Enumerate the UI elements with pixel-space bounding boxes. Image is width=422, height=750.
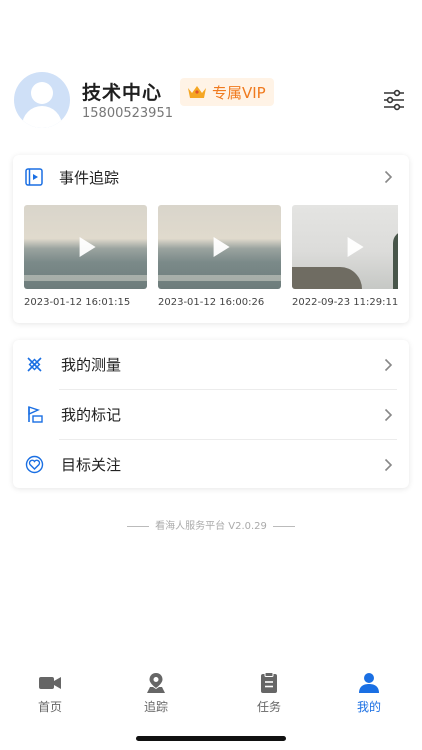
- video-timestamp: 2022-09-23 11:29:11: [292, 297, 398, 308]
- chevron-right-icon: [384, 458, 393, 472]
- vip-badge[interactable]: 专属VIP: [180, 78, 274, 106]
- tab-label: 首页: [37, 700, 62, 714]
- play-icon: [347, 237, 364, 257]
- tab-label: 任务: [256, 700, 281, 714]
- tab-mine[interactable]: 我的: [334, 668, 404, 718]
- event-tracking-card: 事件追踪 2023-01-12 16:01:15 2023-01-12 16:0…: [13, 155, 409, 323]
- vip-label: 专属VIP: [212, 83, 266, 102]
- chevron-right-icon: [384, 358, 393, 372]
- avatar[interactable]: [14, 72, 70, 128]
- heart-icon: [25, 455, 44, 474]
- tab-home[interactable]: 首页: [15, 668, 85, 718]
- settings-sliders-icon[interactable]: [382, 88, 406, 112]
- video-thumbnail-list: 2023-01-12 16:01:15 2023-01-12 16:00:26 …: [24, 205, 398, 315]
- video-frame-icon: [25, 168, 43, 186]
- menu-item-label: 目标关注: [61, 456, 122, 474]
- home-indicator[interactable]: [136, 736, 286, 741]
- video-thumbnail[interactable]: 2023-01-12 16:00:26: [158, 205, 281, 308]
- chevron-right-icon: [384, 408, 393, 422]
- chevron-right-icon[interactable]: [384, 170, 393, 184]
- video-camera-icon: [39, 677, 61, 689]
- bottom-tab-bar: 首页 追踪 任务 我的: [0, 668, 422, 720]
- menu-item-marks[interactable]: 我的标记: [13, 390, 409, 439]
- event-tracking-header[interactable]: 事件追踪: [13, 155, 409, 199]
- clipboard-icon: [261, 672, 277, 693]
- video-thumbnail[interactable]: 2023-01-12 16:01:15: [24, 205, 147, 308]
- version-footer: 看海人服务平台 V2.0.29: [0, 517, 422, 532]
- profile-header: 技术中心 15800523951 专属VIP: [14, 72, 408, 128]
- play-icon: [79, 237, 96, 257]
- video-timestamp: 2023-01-12 16:00:26: [158, 297, 265, 308]
- play-icon: [213, 237, 230, 257]
- measure-icon: [27, 357, 42, 372]
- flag-icon: [28, 406, 43, 423]
- crown-icon: [188, 86, 206, 98]
- menu-item-measure[interactable]: 我的测量: [13, 340, 409, 389]
- event-tracking-title: 事件追踪: [59, 169, 120, 187]
- tab-label: 我的: [356, 700, 381, 714]
- menu-card: 我的测量 我的标记 目标关注: [13, 340, 409, 488]
- location-pin-icon: [147, 673, 165, 693]
- video-thumbnail[interactable]: 2022-09-23 11:29:11: [292, 205, 398, 308]
- tab-tracking[interactable]: 追踪: [121, 668, 191, 718]
- menu-item-follow[interactable]: 目标关注: [13, 440, 409, 489]
- menu-item-label: 我的标记: [61, 406, 122, 424]
- menu-item-label: 我的测量: [61, 356, 122, 374]
- user-name: 技术中心: [82, 82, 163, 104]
- user-phone: 15800523951: [82, 106, 173, 121]
- user-icon: [359, 673, 379, 693]
- version-text: 看海人服务平台 V2.0.29: [155, 521, 267, 532]
- tab-tasks[interactable]: 任务: [234, 668, 304, 718]
- video-timestamp: 2023-01-12 16:01:15: [24, 297, 131, 308]
- tab-label: 追踪: [143, 700, 168, 714]
